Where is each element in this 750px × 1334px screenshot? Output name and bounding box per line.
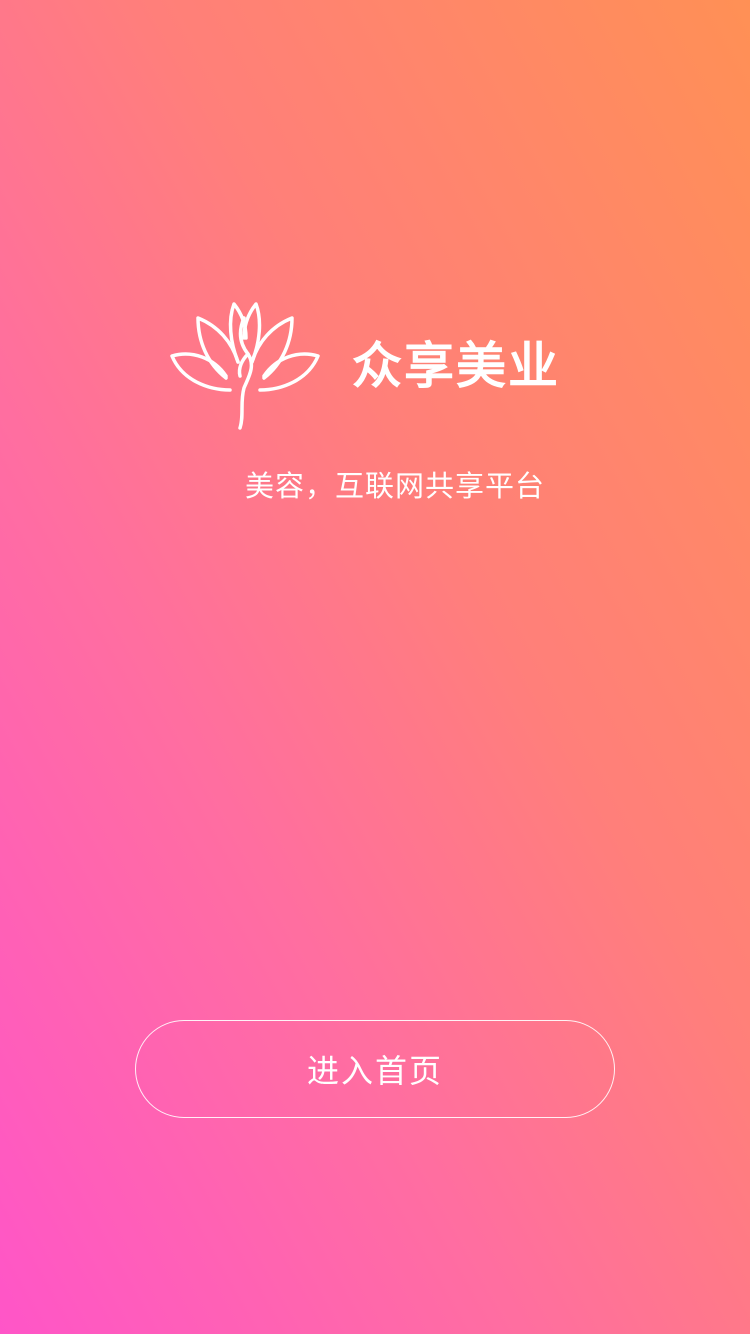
enter-home-button[interactable]: 进入首页: [135, 1020, 615, 1118]
tagline: 美容，互联网共享平台: [244, 469, 545, 503]
lotus-icon: [170, 302, 320, 430]
brand-name: 众享美业: [352, 337, 560, 395]
enter-home-label: 进入首页: [306, 1052, 443, 1090]
splash-screen: 众享美业 美容，互联网共享平台 进入首页: [0, 0, 750, 1334]
brand-logo: 众享美业: [168, 298, 588, 433]
